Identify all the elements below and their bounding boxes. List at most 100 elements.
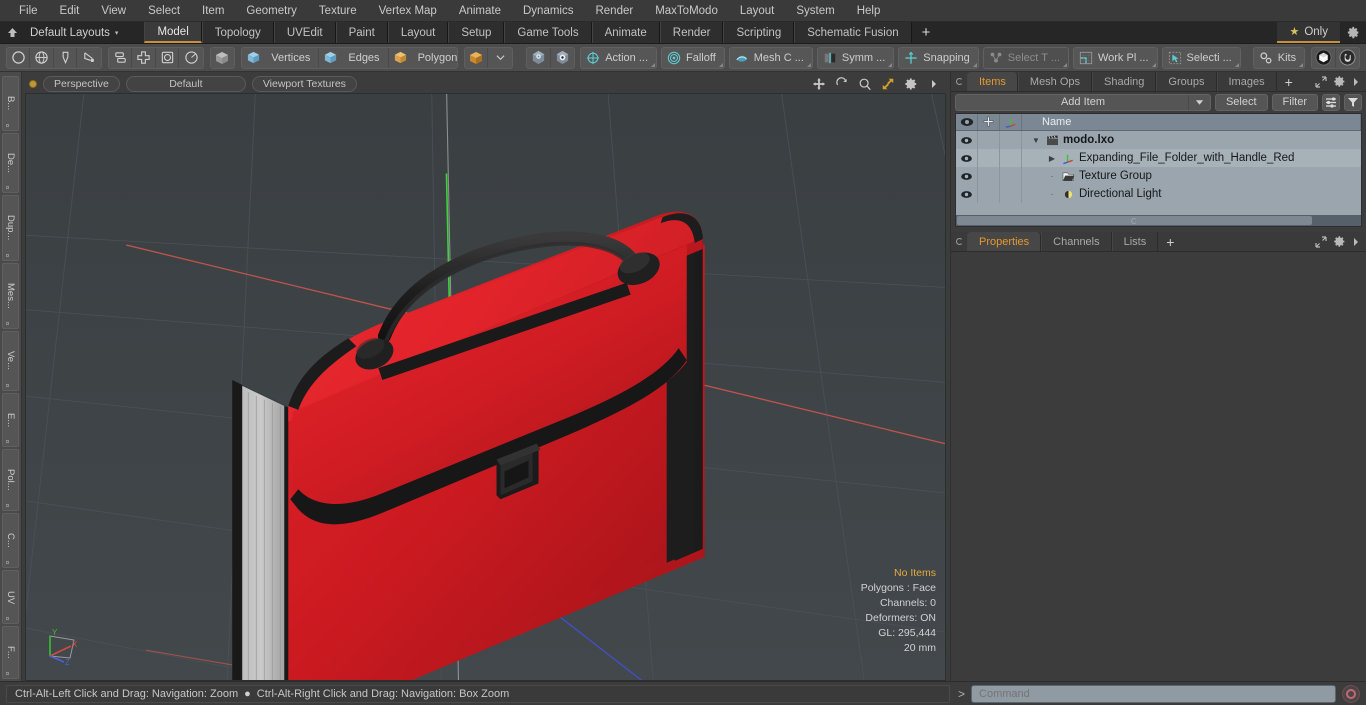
mode-button-vertices[interactable]: Vertices: [242, 47, 320, 68]
align-icon[interactable]: [109, 47, 133, 68]
gear-icon[interactable]: [1333, 75, 1346, 88]
gear-icon[interactable]: [1333, 235, 1346, 248]
pivot-cube-icon[interactable]: [551, 48, 574, 68]
tab-groups[interactable]: Groups: [1156, 72, 1217, 91]
funnel-icon[interactable]: [1344, 93, 1362, 111]
table-row[interactable]: · Directional Light: [956, 185, 1361, 203]
tab-game-tools[interactable]: Game Tools: [504, 22, 592, 43]
lock-cell[interactable]: [978, 131, 1000, 149]
vtool-tab-0[interactable]: B...: [2, 76, 19, 131]
chevron-down-icon[interactable]: [488, 48, 511, 68]
tab-paint[interactable]: Paint: [335, 22, 388, 43]
expand-icon[interactable]: [1315, 235, 1327, 248]
vtool-tab-8[interactable]: UV: [2, 570, 19, 624]
tab-render[interactable]: Render: [659, 22, 724, 43]
menu-item-item[interactable]: Item: [191, 0, 235, 22]
lock-cell[interactable]: [978, 167, 1000, 185]
axis-cell[interactable]: [1000, 131, 1022, 149]
unreal-icon[interactable]: [1336, 48, 1359, 68]
menu-item-maxtomodo[interactable]: MaxToModo: [644, 0, 729, 22]
tab-mesh-ops[interactable]: Mesh Ops: [1017, 72, 1093, 91]
axis-cross-icon[interactable]: [132, 47, 156, 68]
mode-button-polygons[interactable]: Polygons: [389, 48, 457, 68]
tab-channels[interactable]: Channels: [1041, 232, 1112, 251]
tab-items[interactable]: Items: [967, 72, 1018, 91]
item-name-cell[interactable]: ▼ modo.lxo: [1022, 131, 1361, 149]
vtool-tab-7[interactable]: C...: [2, 513, 19, 569]
chevron-right-icon[interactable]: [925, 76, 942, 92]
chevron-down-icon[interactable]: [1187, 94, 1210, 110]
expand-icon[interactable]: [1315, 75, 1327, 88]
item-name-cell[interactable]: · Directional Light: [1022, 185, 1361, 203]
tool-button-symm[interactable]: Symm ...: [816, 46, 895, 69]
eye-icon[interactable]: [956, 114, 978, 130]
record-icon[interactable]: [1342, 684, 1360, 703]
tool-button-action[interactable]: Action ...: [580, 46, 657, 69]
menu-item-edit[interactable]: Edit: [49, 0, 91, 22]
tab-model[interactable]: Model: [144, 22, 202, 43]
table-row[interactable]: ▼ modo.lxo: [956, 131, 1361, 149]
tool-button-mesh-c[interactable]: Mesh C ...: [728, 46, 813, 69]
menu-item-animate[interactable]: Animate: [448, 0, 512, 22]
gear-icon[interactable]: [902, 76, 919, 92]
tool-button-work-pl[interactable]: Work Pl ...: [1072, 46, 1158, 69]
tab-animate[interactable]: Animate: [591, 22, 660, 43]
lock-cell[interactable]: [978, 185, 1000, 203]
list-options-icon[interactable]: [1322, 93, 1340, 111]
tool-button-falloff[interactable]: Falloff: [661, 46, 725, 69]
viewport-projection-button[interactable]: Perspective: [43, 76, 120, 92]
axis-cell[interactable]: [1000, 149, 1022, 167]
scrollbar-thumb[interactable]: [957, 216, 1312, 225]
chevron-right-icon[interactable]: [1352, 237, 1360, 247]
zoom-icon[interactable]: [856, 76, 873, 92]
layout-selector[interactable]: Default Layouts ▾: [24, 22, 128, 43]
chevron-right-icon[interactable]: [1352, 77, 1360, 87]
items-list[interactable]: Name ▼ modo.lxo ▶ Expanding_File_Folder_wit…: [955, 113, 1362, 227]
modo-ball-icon[interactable]: [1312, 47, 1336, 68]
menu-item-texture[interactable]: Texture: [308, 0, 368, 22]
tab-shading[interactable]: Shading: [1092, 72, 1157, 91]
add-item-button[interactable]: Add Item: [955, 93, 1211, 111]
layout-gear-icon[interactable]: [1340, 22, 1366, 43]
item-name-cell[interactable]: ▶ Expanding_File_Folder_with_Handle_Red: [1022, 149, 1361, 167]
tab-images[interactable]: Images: [1216, 72, 1277, 91]
tool-button-select-t[interactable]: Select T ...: [982, 46, 1069, 69]
items-list-scrollbar[interactable]: [956, 215, 1361, 226]
tool-button-snapping[interactable]: Snapping: [898, 46, 979, 69]
eye-icon[interactable]: [956, 167, 978, 185]
rotate-icon[interactable]: [833, 76, 850, 92]
properties-menu-icon[interactable]: [951, 232, 967, 251]
menu-item-layout[interactable]: Layout: [729, 0, 786, 22]
eye-icon[interactable]: [956, 131, 978, 149]
menu-item-render[interactable]: Render: [584, 0, 644, 22]
menu-item-geometry[interactable]: Geometry: [235, 0, 308, 22]
axis-cell[interactable]: [1000, 167, 1022, 185]
item-cube-icon[interactable]: [465, 47, 489, 68]
only-button[interactable]: ★ Only: [1277, 22, 1340, 43]
lock-cell[interactable]: [978, 149, 1000, 167]
3d-viewport[interactable]: No Items Polygons : Face Channels: 0 Deform…: [25, 93, 946, 681]
radial-icon[interactable]: [179, 48, 202, 68]
home-icon[interactable]: [0, 22, 24, 43]
expand-arrow-icon[interactable]: ▶: [1046, 154, 1058, 163]
tab-lists[interactable]: Lists: [1111, 232, 1159, 251]
vtool-tab-1[interactable]: De...: [2, 132, 19, 194]
mode-button-edges[interactable]: Edges: [319, 47, 389, 68]
axis-icon[interactable]: [1000, 114, 1022, 130]
move-icon[interactable]: [810, 76, 827, 92]
cube-icon[interactable]: [211, 48, 234, 68]
tab-scripting[interactable]: Scripting: [723, 22, 795, 43]
eye-icon[interactable]: [956, 149, 978, 167]
table-row[interactable]: ▶ Expanding_File_Folder_with_Handle_Red: [956, 149, 1361, 167]
vtool-tab-6[interactable]: Pol...: [2, 449, 19, 512]
filter-button[interactable]: Filter: [1271, 93, 1318, 111]
plus-lock-icon[interactable]: [978, 114, 1000, 130]
curve-pen-icon[interactable]: [77, 48, 100, 68]
circle-icon[interactable]: [7, 47, 31, 68]
menu-item-view[interactable]: View: [90, 0, 137, 22]
menu-item-select[interactable]: Select: [137, 0, 191, 22]
viewport-textures-button[interactable]: Viewport Textures: [251, 76, 357, 92]
tab-topology[interactable]: Topology: [201, 22, 274, 43]
menu-item-help[interactable]: Help: [846, 0, 892, 22]
menu-item-vertex-map[interactable]: Vertex Map: [368, 0, 448, 22]
